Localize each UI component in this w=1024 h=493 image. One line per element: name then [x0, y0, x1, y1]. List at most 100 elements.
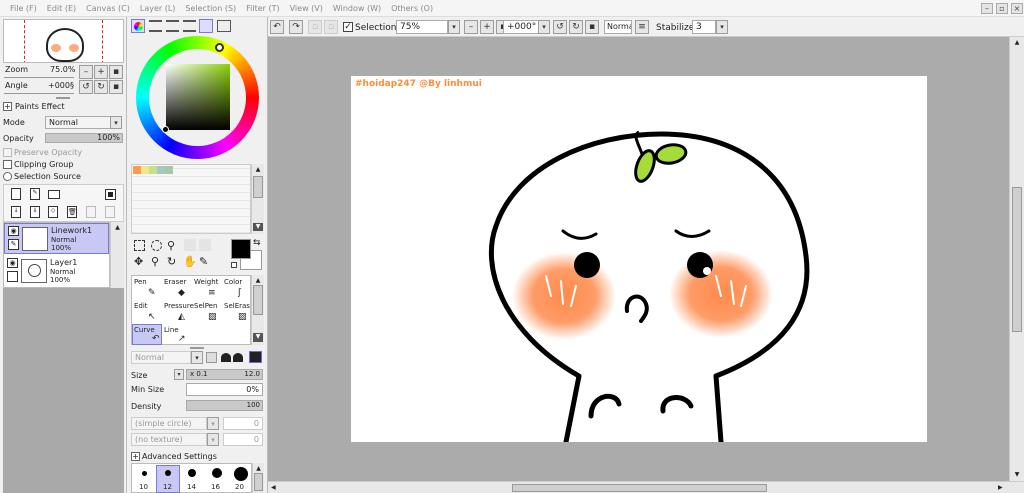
- pen-lock-icon[interactable]: ✎: [8, 239, 19, 250]
- scratchpad-tab-icon[interactable]: [217, 20, 231, 32]
- plus-icon[interactable]: +: [3, 102, 12, 111]
- rotate-left-button[interactable]: ↺: [79, 80, 93, 94]
- size-slider[interactable]: x 0.1 12.0: [186, 369, 263, 380]
- menu-item[interactable]: File (F): [0, 4, 37, 13]
- brush-texture-select[interactable]: (no texture): [131, 433, 207, 446]
- brush-edge-hard-icon[interactable]: [249, 351, 262, 363]
- swatch-grid[interactable]: [131, 164, 251, 234]
- drawing-canvas[interactable]: #hoidap247 @By linhmui: [351, 76, 927, 442]
- edit-tool[interactable]: Edit: [134, 302, 148, 310]
- magic-wand-icon[interactable]: ⚲: [167, 239, 175, 252]
- stabilizer-select[interactable]: 3: [692, 20, 716, 34]
- scroll-right-icon[interactable]: ▶: [998, 484, 1003, 491]
- pressure-tool[interactable]: Pressure: [164, 302, 194, 310]
- color-tool[interactable]: Color: [224, 278, 242, 286]
- selection-checkbox[interactable]: ✓: [343, 22, 353, 32]
- angle-dropdown-icon[interactable]: ▾: [538, 20, 550, 34]
- brush-shape-select[interactable]: (simple circle): [131, 417, 207, 430]
- rotate-right-button[interactable]: ↻: [94, 80, 108, 94]
- zoom-reset-button[interactable]: ▪: [109, 65, 123, 79]
- brush-shape-strength[interactable]: 0: [223, 417, 263, 430]
- menu-item[interactable]: Window (W): [323, 4, 381, 13]
- line-tool[interactable]: Line: [164, 326, 179, 334]
- scroll-thumb[interactable]: [253, 285, 263, 315]
- zoom-out-button[interactable]: –: [79, 65, 93, 79]
- size-preset-scrollbar[interactable]: ▲: [252, 463, 264, 493]
- brush-edge-soft-icon[interactable]: [221, 353, 231, 362]
- zoom-select[interactable]: 75%: [396, 20, 448, 34]
- merge-down-icon[interactable]: ⇓: [30, 206, 40, 218]
- selpen-tool[interactable]: SelPen: [194, 302, 217, 310]
- min-size-slider[interactable]: 0%: [186, 383, 263, 396]
- swatch-green[interactable]: [165, 166, 173, 174]
- size-mult-dropdown-icon[interactable]: ▾: [174, 369, 184, 380]
- scroll-thumb[interactable]: [254, 473, 263, 491]
- rect-select-icon[interactable]: [134, 240, 145, 251]
- scroll-up-icon[interactable]: ▲: [1012, 39, 1022, 46]
- color-wheel-tab[interactable]: [131, 19, 145, 33]
- toolbar-rotate-right-button[interactable]: ↻: [569, 20, 583, 34]
- brush-edge-square-icon[interactable]: [206, 352, 217, 363]
- scroll-up-icon[interactable]: ▲: [113, 224, 122, 232]
- hsv-slider-tab-icon[interactable]: [166, 20, 179, 32]
- brush-mode-dropdown-icon[interactable]: ▾: [191, 351, 203, 364]
- new-folder-icon[interactable]: [48, 190, 60, 199]
- scroll-left-icon[interactable]: ◀: [271, 484, 276, 491]
- eyedropper-icon[interactable]: ✎: [199, 256, 208, 267]
- menu-item[interactable]: Edit (E): [37, 4, 76, 13]
- mode-select[interactable]: Normal: [45, 116, 111, 129]
- canvas-horizontal-scrollbar[interactable]: ◀ ▶: [268, 481, 1024, 493]
- panel-grip[interactable]: [190, 347, 204, 349]
- redo-button[interactable]: ↷: [289, 20, 303, 34]
- menu-item[interactable]: View (V): [280, 4, 323, 13]
- layer-list-scrollbar[interactable]: ▲: [110, 222, 124, 288]
- zoom-dropdown-icon[interactable]: ▾: [448, 20, 460, 34]
- layer-row-layer1[interactable]: ◉ Layer1 Normal 100%: [4, 256, 109, 287]
- menu-item[interactable]: Layer (L): [130, 4, 176, 13]
- canvas-vertical-scrollbar[interactable]: ▲ ▼: [1009, 37, 1024, 481]
- restore-button[interactable]: ▫: [996, 3, 1008, 14]
- swatch-scrollbar[interactable]: ▲ ▼: [251, 164, 264, 234]
- navigator-preview[interactable]: [3, 19, 124, 63]
- panel-grip[interactable]: [56, 97, 70, 99]
- clear-layer-icon[interactable]: ◇: [48, 206, 58, 218]
- angle-slider[interactable]: [4, 90, 74, 94]
- scroll-down-icon[interactable]: ▼: [253, 223, 263, 231]
- deselect-button[interactable]: ▫: [308, 20, 322, 34]
- swatch-teal[interactable]: [157, 166, 165, 174]
- angle-select[interactable]: +000°: [503, 20, 539, 34]
- hue-marker[interactable]: [215, 43, 224, 52]
- new-linework-layer-icon[interactable]: ✎: [30, 188, 40, 200]
- minimize-button[interactable]: –: [981, 3, 993, 14]
- eye-icon[interactable]: ◉: [8, 226, 19, 236]
- scroll-down-icon[interactable]: ▼: [1012, 471, 1022, 478]
- toolbar-zoom-out-button[interactable]: –: [464, 20, 478, 34]
- rotate-reset-button[interactable]: ▪: [109, 80, 123, 94]
- eraser-tool[interactable]: Eraser: [164, 278, 186, 286]
- brush-texture-strength[interactable]: 0: [223, 433, 263, 446]
- toolbar-rotate-reset-button[interactable]: ▪: [585, 20, 599, 34]
- zoom-icon[interactable]: ⚲: [151, 256, 159, 267]
- stabilizer-dropdown-icon[interactable]: ▾: [716, 20, 728, 34]
- plus-icon[interactable]: +: [131, 452, 140, 461]
- toolbar-zoom-in-button[interactable]: +: [480, 20, 494, 34]
- hand-icon[interactable]: ✋: [183, 256, 197, 267]
- menu-item[interactable]: Filter (T): [236, 4, 279, 13]
- size-preset-dot[interactable]: [165, 470, 171, 476]
- weight-tool[interactable]: Weight: [194, 278, 218, 286]
- selection-source-radio[interactable]: [3, 172, 12, 181]
- zoom-in-button[interactable]: +: [94, 65, 108, 79]
- menu-item[interactable]: Canvas (C): [76, 4, 130, 13]
- size-preset-dot[interactable]: [234, 467, 248, 481]
- size-preset-dot[interactable]: [142, 471, 147, 476]
- scroll-thumb[interactable]: [253, 176, 263, 198]
- undo-button[interactable]: ↶: [270, 20, 284, 34]
- new-layer-icon[interactable]: [11, 188, 21, 200]
- scroll-up-icon[interactable]: ▲: [254, 465, 263, 472]
- brush-mode-select[interactable]: Normal: [131, 351, 191, 364]
- primary-color[interactable]: [231, 239, 251, 259]
- layer-option-icon[interactable]: [105, 189, 116, 200]
- eye-icon[interactable]: ◉: [7, 258, 18, 268]
- zoom-slider[interactable]: [4, 74, 74, 78]
- rotate-icon[interactable]: ↻: [167, 256, 176, 267]
